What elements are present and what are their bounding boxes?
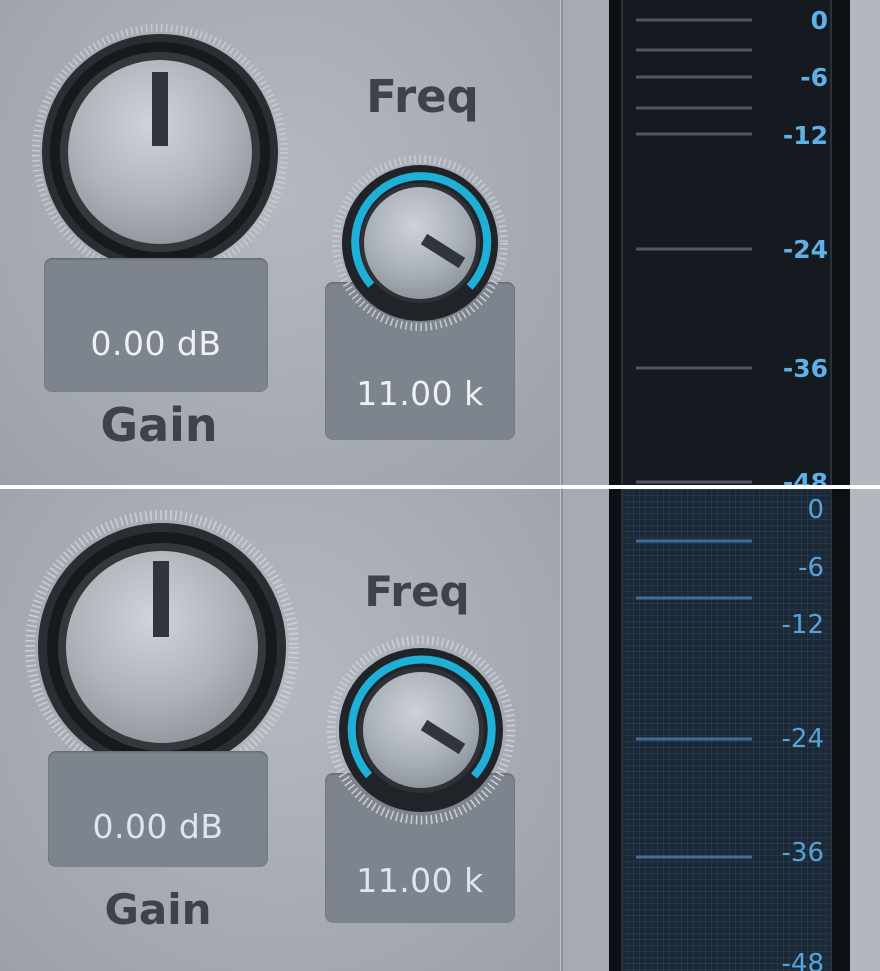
meter-scale-label: -36 bbox=[781, 838, 824, 868]
freq-label: Freq bbox=[366, 70, 479, 123]
gain-value: 0.00 dB bbox=[90, 324, 222, 363]
meter-scale-label: -24 bbox=[781, 724, 824, 754]
meter-frame-left bbox=[609, 489, 623, 971]
meter-scale-lines bbox=[636, 18, 752, 484]
meter-scale-label: -12 bbox=[781, 610, 824, 640]
gain-knob-graphic bbox=[32, 24, 288, 280]
gain-knob[interactable] bbox=[32, 24, 288, 280]
meter-scale-label: -48 bbox=[781, 949, 824, 971]
eq-panel-top: 0.00 dB Gain Freq 11.00 k 0 -6 -12 -24 -… bbox=[0, 0, 880, 485]
meter-edge bbox=[850, 489, 880, 971]
meter-frame-left bbox=[609, 0, 623, 485]
meter-frame-right bbox=[830, 489, 852, 971]
gain-readout[interactable]: 0.00 dB bbox=[48, 751, 268, 867]
gain-label: Gain bbox=[100, 398, 218, 452]
gain-knob-graphic bbox=[25, 510, 299, 784]
gain-knob[interactable] bbox=[24, 509, 300, 785]
eq-panel-bottom: 0.00 dB Gain Freq 11.00 k 0 -6 -12 -24 -… bbox=[0, 489, 880, 971]
freq-knob[interactable] bbox=[332, 155, 508, 331]
meter-scale-label: -24 bbox=[782, 235, 828, 264]
freq-knob-graphic bbox=[332, 155, 508, 331]
meter-scale-label: -48 bbox=[782, 468, 828, 485]
meter-scale-label: -6 bbox=[800, 63, 828, 92]
meter-scale-label: 0 bbox=[810, 6, 828, 35]
panel-gap bbox=[563, 0, 609, 485]
meter-scale-label: -36 bbox=[782, 354, 828, 383]
gain-readout[interactable]: 0.00 dB bbox=[44, 258, 268, 392]
meter-scale-label: -6 bbox=[798, 553, 824, 583]
freq-value: 11.00 k bbox=[356, 374, 484, 413]
freq-value: 11.00 k bbox=[356, 861, 484, 900]
freq-knob[interactable] bbox=[326, 635, 516, 825]
panel-gap bbox=[563, 489, 609, 971]
meter-scale-label: 0 bbox=[807, 495, 824, 525]
meter-edge bbox=[850, 0, 880, 485]
freq-knob-graphic bbox=[326, 635, 516, 825]
meter-scale-label: -12 bbox=[782, 121, 828, 150]
meter-frame-right bbox=[830, 0, 852, 485]
gain-value: 0.00 dB bbox=[92, 807, 224, 846]
gain-label: Gain bbox=[104, 885, 212, 934]
meter-scale-lines bbox=[636, 539, 752, 859]
freq-label: Freq bbox=[364, 567, 470, 616]
